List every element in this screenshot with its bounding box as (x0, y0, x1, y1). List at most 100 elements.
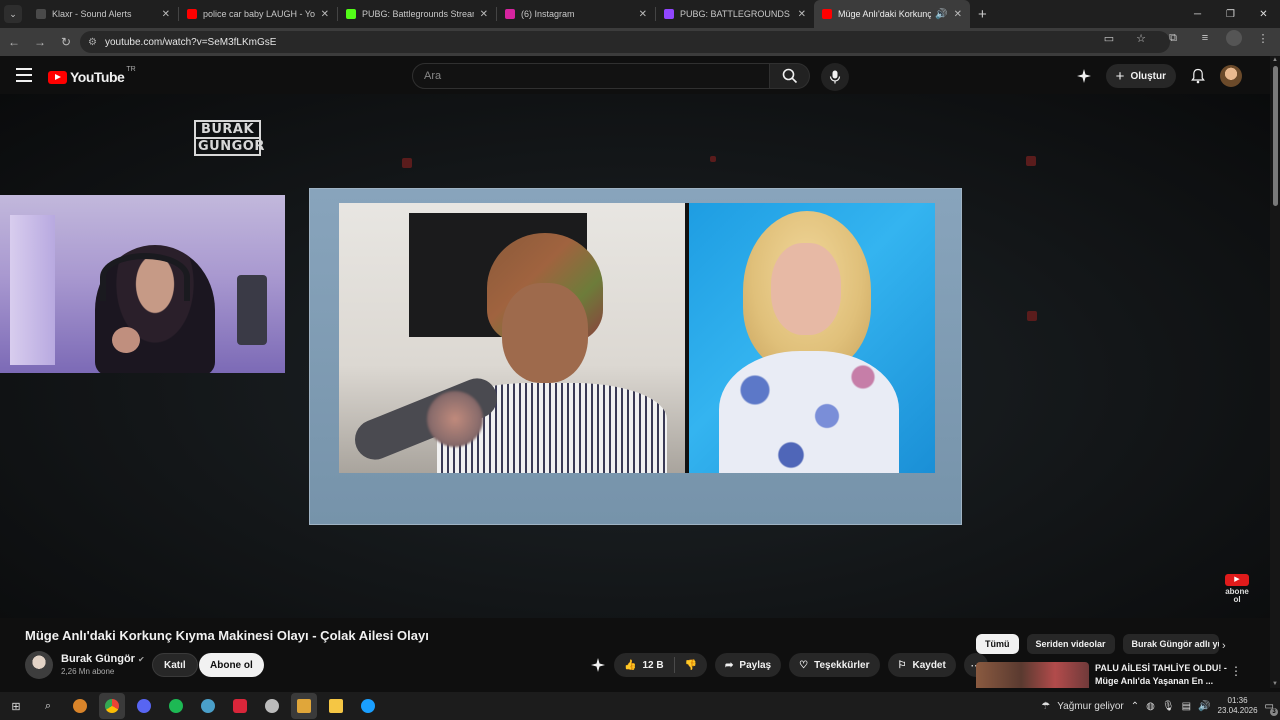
app-icon[interactable] (67, 693, 93, 719)
video-player[interactable]: BURAK GÜNGÖR ▶ abone ol (0, 94, 1270, 618)
tab-police-car-baby[interactable]: police car baby LAUGH - YouTu ✕ (179, 0, 337, 28)
microphone-tray-icon[interactable]: 🎙 (1162, 701, 1175, 712)
host-video-panel (689, 203, 935, 473)
scroll-down-icon[interactable]: ▼ (1271, 681, 1279, 687)
extensions-icon[interactable]: ⧉ (1162, 32, 1184, 45)
speaker-icon[interactable]: 🔊 (935, 9, 947, 20)
tab-klaxr[interactable]: Klaxr - Sound Alerts ✕ (28, 0, 178, 28)
spotify-icon[interactable] (163, 693, 189, 719)
weather-icon[interactable]: ☂ (1041, 701, 1050, 712)
streamer-webcam-overlay (0, 195, 285, 373)
more-vert-icon[interactable]: ⋮ (1230, 664, 1242, 678)
network-icon[interactable]: ▤ (1182, 701, 1191, 712)
embedded-tv-clip (309, 188, 962, 525)
weather-text[interactable]: Yağmur geliyor (1057, 701, 1124, 712)
address-bar[interactable]: ⚙ youtube.com/watch?v=SeM3fLKmGsE (80, 31, 1170, 53)
media-controls-icon[interactable]: ≡ (1194, 32, 1216, 44)
profile-avatar[interactable] (1226, 30, 1242, 46)
notification-center-icon[interactable]: ▭ 3 (1265, 701, 1278, 716)
voice-search-button[interactable] (821, 63, 849, 91)
browser-toolbar: ← → ↻ ⚙ youtube.com/watch?v=SeM3fLKmGsE (0, 28, 1280, 56)
tab-search-chevron-icon[interactable]: ⌄ (4, 5, 22, 23)
close-tab-icon[interactable]: ✕ (162, 9, 170, 20)
search-button[interactable] (770, 63, 810, 89)
clock[interactable]: 01:36 23.04.2026 (1218, 696, 1258, 716)
chevron-right-icon[interactable]: › (1222, 640, 1226, 652)
youtube-masthead: YouTube TR Ara + Oluştur (0, 56, 1270, 96)
channel-name[interactable]: Burak Güngör (61, 653, 135, 665)
restore-icon[interactable]: ❐ (1214, 0, 1247, 28)
app-icon[interactable] (259, 693, 285, 719)
search-placeholder: Ara (424, 70, 442, 82)
cast-icon[interactable]: ▭ (1098, 32, 1120, 45)
forward-arrow-icon[interactable]: → (28, 30, 52, 54)
share-arrow-icon: ➦ (725, 659, 734, 671)
search-input[interactable]: Ara (412, 63, 770, 89)
save-button[interactable]: ⚐ Kaydet (887, 653, 956, 677)
notification-count: 3 (1270, 707, 1278, 716)
chip-series-videos[interactable]: Seriden videolar (1026, 634, 1115, 654)
user-avatar[interactable] (1220, 65, 1242, 87)
close-window-icon[interactable]: ✕ (1247, 0, 1280, 28)
file-explorer-icon[interactable] (323, 693, 349, 719)
share-button[interactable]: ➦ Paylaş (715, 653, 782, 677)
new-tab-button[interactable]: + (978, 6, 987, 23)
watermark-line2: GÜNGÖR (194, 139, 264, 156)
reload-icon[interactable]: ↻ (54, 30, 78, 54)
browser-menu-icon[interactable]: ⋮ (1252, 32, 1274, 45)
scrollbar-thumb[interactable] (1273, 66, 1278, 206)
like-count[interactable]: 12 B (642, 660, 663, 671)
subscribe-watermark[interactable]: ▶ abone ol (1222, 574, 1252, 604)
subscribe-button[interactable]: Abone ol (199, 653, 264, 677)
channel-owner: Burak Güngör ✔ 2,26 Mn abone (25, 651, 145, 679)
close-tab-icon[interactable]: ✕ (954, 9, 962, 20)
create-button[interactable]: + Oluştur (1105, 64, 1176, 88)
notifications-bell-icon[interactable] (1190, 68, 1206, 84)
join-button[interactable]: Katıl (152, 653, 198, 677)
app-icon[interactable] (195, 693, 221, 719)
discord-icon[interactable] (131, 693, 157, 719)
windows-start-icon[interactable]: ⊞ (3, 693, 29, 719)
hamburger-menu-icon[interactable] (16, 68, 32, 82)
dislike-icon[interactable]: 👎 (685, 660, 697, 671)
watermark-line1: BURAK (194, 120, 261, 139)
close-tab-icon[interactable]: ✕ (639, 9, 647, 20)
search-icon[interactable]: ⌕ (35, 693, 61, 719)
volume-icon[interactable]: 🔊 (1198, 701, 1210, 712)
close-tab-icon[interactable]: ✕ (321, 9, 329, 20)
tray-icon[interactable]: ◍ (1146, 701, 1155, 712)
pubg-icon[interactable] (291, 693, 317, 719)
toolbar-actions: ▭ ☆ ⧉ ≡ ⋮ (1098, 30, 1274, 46)
window-controls: ─ ❐ ✕ (1181, 0, 1280, 28)
sparkle-icon[interactable] (1076, 68, 1092, 84)
back-arrow-icon[interactable]: ← (2, 30, 26, 54)
steam-icon[interactable] (355, 693, 381, 719)
chrome-icon[interactable] (99, 693, 125, 719)
share-label: Paylaş (739, 659, 772, 671)
bookmark-star-icon[interactable]: ☆ (1130, 32, 1152, 45)
ask-ai-sparkle-icon[interactable] (590, 657, 606, 673)
close-tab-icon[interactable]: ✕ (480, 9, 488, 20)
site-info-icon[interactable]: ⚙ (88, 37, 97, 48)
browser-tab-strip: ⌄ Klaxr - Sound Alerts ✕ police car baby… (0, 0, 1280, 28)
thanks-button[interactable]: ♡ Teşekkürler (789, 653, 880, 677)
youtube-logo[interactable]: YouTube TR (48, 66, 136, 85)
channel-avatar[interactable] (25, 651, 53, 679)
page-scrollbar[interactable]: ▲ ▼ (1270, 56, 1280, 688)
tray-chevron-icon[interactable]: ⌃ (1131, 701, 1139, 712)
recommended-thumbnail[interactable] (976, 662, 1089, 688)
chip-channel-uploads[interactable]: Burak Güngör adlı yü (1122, 634, 1219, 654)
close-tab-icon[interactable]: ✕ (798, 9, 806, 20)
like-icon[interactable]: 👍 (624, 660, 636, 671)
chip-all[interactable]: Tümü (976, 634, 1019, 654)
tab-instagram[interactable]: (6) Instagram ✕ (497, 0, 655, 28)
recommended-video[interactable]: PALU AİLESİ TAHLİYE OLDU! - Müge Anlı'da… (976, 662, 1246, 688)
tab-muge-anli-active[interactable]: Müge Anlı'daki Korkunç Kıy 🔊 ✕ (814, 0, 970, 28)
windows-taskbar: ⊞ ⌕ ☂ Yağmur geliyor ⌃ ◍ 🎙 ▤ 🔊 01:36 23.… (0, 692, 1280, 720)
tab-pubg-twitch[interactable]: PUBG: BATTLEGROUNDS - Twitc ✕ (656, 0, 814, 28)
tab-pubg-kick[interactable]: PUBG: Battlegrounds Streaming ✕ (338, 0, 496, 28)
minimize-icon[interactable]: ─ (1181, 0, 1214, 28)
scroll-up-icon[interactable]: ▲ (1271, 57, 1279, 63)
app-icon[interactable] (227, 693, 253, 719)
youtube-favicon (822, 9, 832, 19)
